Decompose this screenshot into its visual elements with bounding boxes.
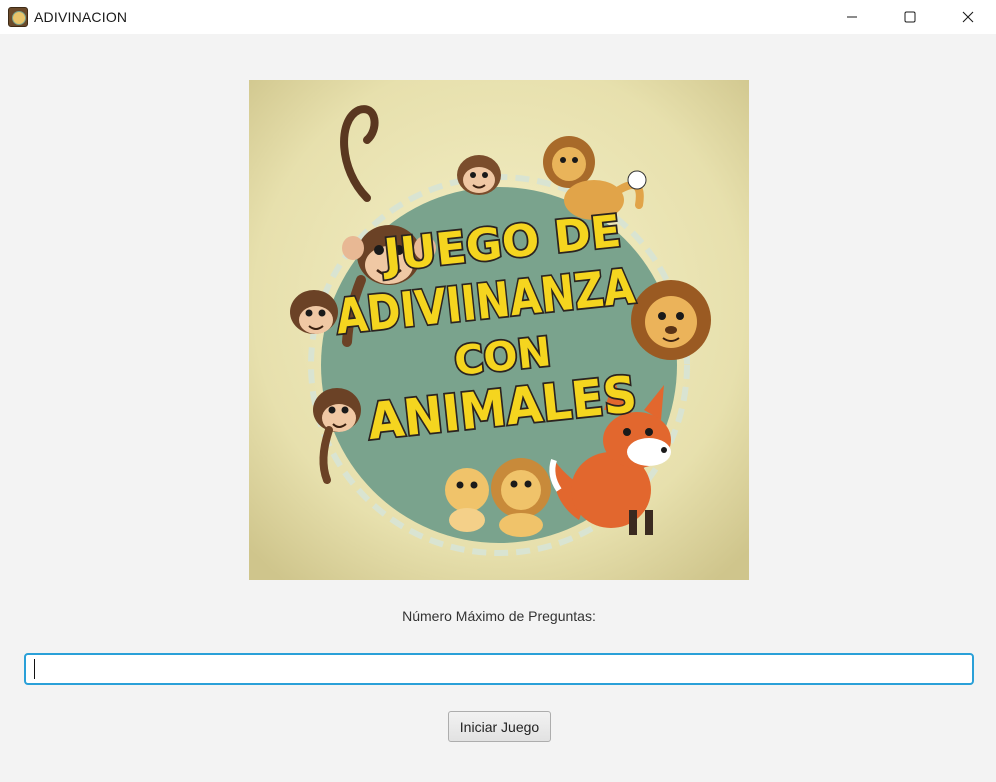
maximize-icon <box>904 11 916 23</box>
main-content: JUEGO DE ADIVIINANZA CON ANIMALES Número… <box>0 34 996 782</box>
game-cover-image: JUEGO DE ADIVIINANZA CON ANIMALES <box>249 80 749 580</box>
title-bar[interactable]: ADIVINACION <box>0 0 996 34</box>
minimize-button[interactable] <box>823 0 881 34</box>
monkey-illustration <box>457 155 501 195</box>
max-questions-input[interactable] <box>24 653 974 685</box>
text-caret <box>34 659 35 679</box>
lion-illustration <box>631 280 711 360</box>
start-game-button[interactable]: Iniciar Juego <box>448 711 551 742</box>
app-window: ADIVINACION JUEGO DE ADIVIINANZA CON ANI… <box>0 0 996 782</box>
window-title: ADIVINACION <box>34 9 128 25</box>
monkey-illustration <box>290 290 338 334</box>
maximize-button[interactable] <box>881 0 939 34</box>
lion-cub-illustration <box>445 468 489 532</box>
max-questions-label: Número Máximo de Preguntas: <box>402 608 596 624</box>
cover-illustration: JUEGO DE ADIVIINANZA CON ANIMALES <box>249 80 749 580</box>
close-button[interactable] <box>939 0 996 34</box>
close-icon <box>962 11 974 23</box>
lion-illustration <box>491 458 551 537</box>
minimize-icon <box>847 16 857 18</box>
app-icon <box>8 7 28 27</box>
